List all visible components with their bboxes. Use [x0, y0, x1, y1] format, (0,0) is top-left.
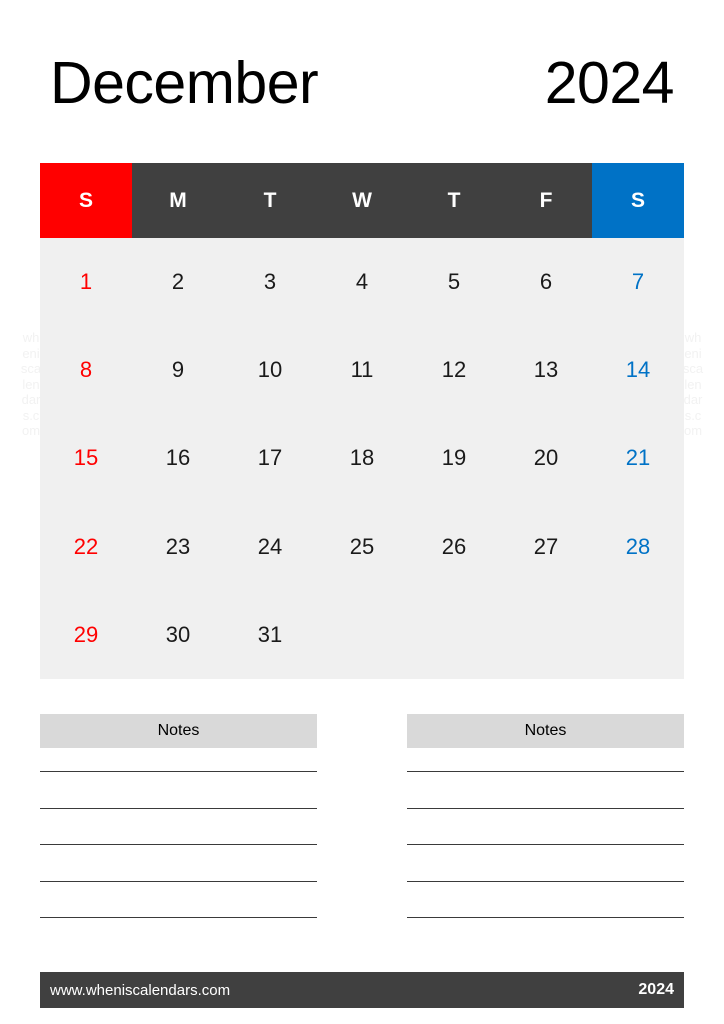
calendar-day-cell[interactable]: 4 [316, 238, 408, 327]
notes-writing-line[interactable] [407, 844, 684, 845]
calendar-day-cell[interactable]: 1 [40, 238, 132, 327]
calendar-page: December 2024 wheniscalendars.com whenis… [0, 0, 724, 1024]
footer-url[interactable]: www.wheniscalendars.com [50, 982, 230, 999]
calendar-day-cell[interactable]: 6 [500, 238, 592, 327]
calendar-day-cell[interactable]: 25 [316, 502, 408, 591]
notes-header: Notes [407, 714, 684, 748]
calendar-grid: SMTWTFS 1 2 3 4 5 6 7 8 9 10 11 12 13 14 15 16 17 18 19 20 2… [40, 163, 684, 679]
year-title: 2024 [544, 50, 675, 116]
calendar-day-cell[interactable]: 13 [500, 326, 592, 415]
calendar-day-cell[interactable]: 11 [316, 326, 408, 415]
calendar-day-cell[interactable]: 29 [40, 590, 132, 679]
day-of-week-header: M [132, 163, 224, 238]
calendar-day-cell[interactable]: 22 [40, 502, 132, 591]
calendar-day-cell[interactable]: 15 [40, 414, 132, 503]
notes-writing-line[interactable] [407, 917, 684, 918]
calendar-day-grid: 1 2 3 4 5 6 7 8 9 10 11 12 13 14 15 16 17 18 19 20 21 22 23 24 2… [40, 238, 684, 679]
notes-writing-line[interactable] [40, 880, 317, 882]
calendar-day-cell[interactable]: 7 [592, 238, 684, 327]
calendar-cell-empty [592, 590, 684, 679]
day-of-week-header: S [592, 163, 684, 238]
calendar-day-cell[interactable]: 20 [500, 414, 592, 503]
calendar-day-cell[interactable]: 17 [224, 414, 316, 503]
calendar-day-cell[interactable]: 9 [132, 326, 224, 415]
page-title: December 2024 [50, 50, 675, 116]
calendar-day-cell[interactable]: 3 [224, 238, 316, 327]
calendar-header-row: SMTWTFS [40, 163, 684, 238]
footer-year: 2024 [638, 981, 674, 998]
day-of-week-header: T [408, 163, 500, 238]
notes-writing-line[interactable] [407, 771, 684, 772]
day-of-week-header: S [40, 163, 132, 238]
watermark-left: wheniscalendars.com [20, 330, 42, 438]
notes-header: Notes [40, 714, 317, 748]
calendar-day-cell[interactable]: 28 [592, 502, 684, 591]
notes-writing-line[interactable] [40, 807, 317, 809]
notes-writing-line[interactable] [407, 880, 684, 882]
day-of-week-header: T [224, 163, 316, 238]
footer-bar: www.wheniscalendars.com 2024 [40, 972, 684, 1008]
calendar-day-cell[interactable]: 2 [132, 238, 224, 327]
notes-writing-line[interactable] [40, 771, 317, 772]
day-of-week-header: F [500, 163, 592, 238]
calendar-day-cell[interactable]: 27 [500, 502, 592, 591]
month-title: December [50, 50, 319, 116]
calendar-day-cell[interactable]: 26 [408, 502, 500, 591]
calendar-cell-empty [316, 590, 408, 679]
day-of-week-header: W [316, 163, 408, 238]
calendar-day-cell[interactable]: 8 [40, 326, 132, 415]
calendar-day-cell[interactable]: 23 [132, 502, 224, 591]
calendar-day-cell[interactable]: 10 [224, 326, 316, 415]
calendar-day-cell[interactable]: 31 [224, 590, 316, 679]
calendar-day-cell[interactable]: 24 [224, 502, 316, 591]
calendar-day-cell[interactable]: 19 [408, 414, 500, 503]
calendar-day-cell[interactable]: 5 [408, 238, 500, 327]
calendar-cell-empty [500, 590, 592, 679]
calendar-day-cell[interactable]: 12 [408, 326, 500, 415]
notes-column: Notes [40, 714, 317, 942]
calendar-day-cell[interactable]: 30 [132, 590, 224, 679]
notes-area: Notes Notes [40, 714, 684, 942]
calendar-day-cell[interactable]: 16 [132, 414, 224, 503]
calendar-day-cell[interactable]: 21 [592, 414, 684, 503]
notes-column: Notes [407, 714, 684, 942]
calendar-day-cell[interactable]: 18 [316, 414, 408, 503]
notes-writing-line[interactable] [407, 807, 684, 809]
calendar-cell-empty [408, 590, 500, 679]
watermark-right: wheniscalendars.com [682, 330, 704, 438]
calendar-day-cell[interactable]: 14 [592, 326, 684, 415]
notes-writing-line[interactable] [40, 844, 317, 845]
notes-writing-line[interactable] [40, 917, 317, 918]
